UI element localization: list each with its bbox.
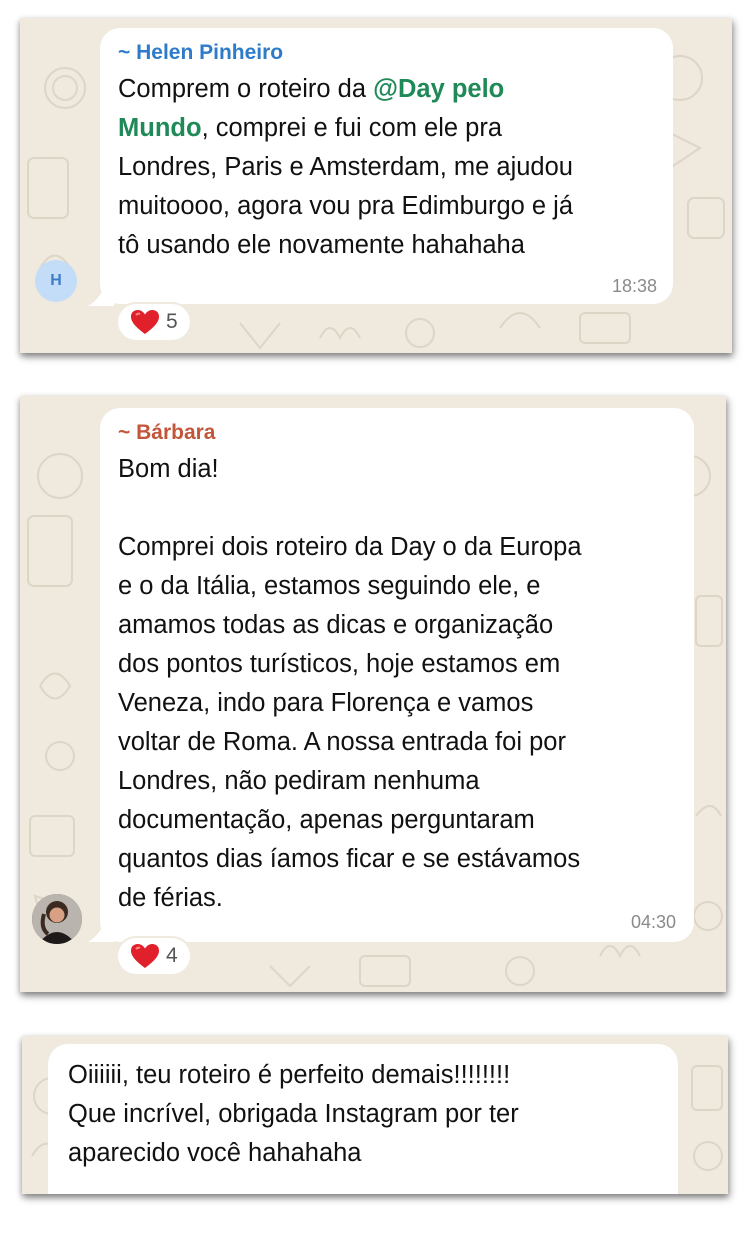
heart-icon <box>131 310 159 334</box>
screenshot-card-reply: Oiiiiii, teu roteiro é perfeito demais!!… <box>22 1036 728 1194</box>
avatar[interactable] <box>32 894 82 944</box>
mention-link-cont[interactable]: Mundo <box>118 114 202 142</box>
mention-link[interactable]: @Day pelo <box>373 75 504 103</box>
profile-photo-icon <box>32 894 82 944</box>
reaction-pill[interactable]: 5 <box>118 304 190 340</box>
sender-name[interactable]: ~ Bárbara <box>118 420 215 446</box>
screenshot-card-helen: ~ Helen Pinheiro Comprem o roteiro da @D… <box>20 18 732 353</box>
message-bubble[interactable]: ~ Helen Pinheiro Comprem o roteiro da @D… <box>100 28 673 304</box>
message-text: Oiiiiii, teu roteiro é perfeito demais!!… <box>68 1061 519 1167</box>
message-text: Bom dia! Comprei dois roteiro da Day o d… <box>118 455 582 912</box>
avatar-letter: H <box>50 272 62 289</box>
avatar[interactable]: H <box>35 260 77 302</box>
message-bubble[interactable]: ~ Bárbara Bom dia! Comprei dois roteiro … <box>100 408 694 942</box>
heart-icon <box>131 944 159 968</box>
message-text-start: Comprem o roteiro da <box>118 75 374 103</box>
message-time: 04:30 <box>630 912 676 932</box>
reaction-pill[interactable]: 4 <box>118 938 190 974</box>
message-time: 18:38 <box>611 276 657 296</box>
message-bubble[interactable]: Oiiiiii, teu roteiro é perfeito demais!!… <box>48 1044 678 1194</box>
screenshot-card-barbara: ~ Bárbara Bom dia! Comprei dois roteiro … <box>20 396 726 992</box>
message-text: Comprem o roteiro da @Day pelo Mundo, com… <box>118 70 668 265</box>
reaction-count: 5 <box>166 310 178 333</box>
sender-name[interactable]: ~ Helen Pinheiro <box>118 40 283 66</box>
reaction-count: 4 <box>166 944 178 967</box>
